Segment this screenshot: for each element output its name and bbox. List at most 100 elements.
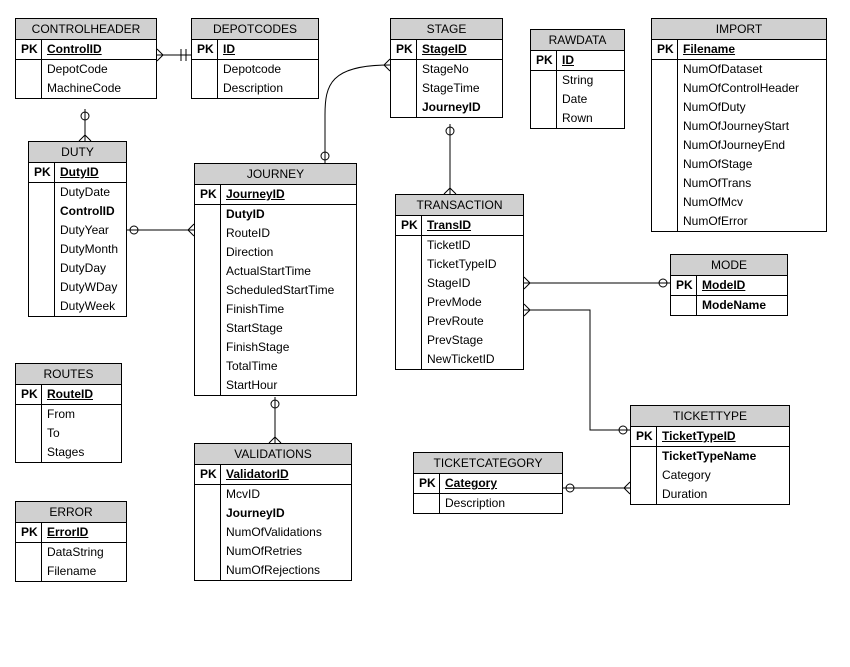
- entity-title: DUTY: [29, 142, 126, 163]
- fk-attr: JourneyID: [221, 504, 351, 523]
- attr: NumOfStage: [678, 155, 826, 174]
- entity-depotcodes: DEPOTCODES PK ID Depotcode Description: [191, 18, 319, 99]
- entity-journey: JOURNEY PK JourneyID DutyID RouteID Dire…: [194, 163, 357, 396]
- entity-title: TRANSACTION: [396, 195, 523, 216]
- attr: DepotCode: [42, 59, 156, 79]
- attr: NumOfValidations: [221, 523, 351, 542]
- attr: NumOfDataset: [678, 59, 826, 79]
- attr: NumOfDuty: [678, 98, 826, 117]
- pk-attr: ID: [218, 40, 318, 59]
- attr: ScheduledStartTime: [221, 281, 356, 300]
- entity-title: MODE: [671, 255, 787, 276]
- fk-attr: DutyID: [221, 204, 356, 224]
- attr: McvID: [221, 484, 351, 504]
- attr: NumOfJourneyEnd: [678, 136, 826, 155]
- attr: MachineCode: [42, 79, 156, 98]
- attr: String: [557, 70, 624, 90]
- entity-title: JOURNEY: [195, 164, 356, 185]
- entity-title: TICKETCATEGORY: [414, 453, 562, 474]
- attr: DutyDate: [55, 182, 126, 202]
- entity-duty: DUTY PK DutyID DutyDate ControlID DutyYe…: [28, 141, 127, 317]
- attr: TicketID: [422, 235, 523, 255]
- entity-stage: STAGE PK StageID StageNo StageTime Journ…: [390, 18, 503, 118]
- attr: Date: [557, 90, 624, 109]
- entity-controlheader: CONTROLHEADER PK ControlID DepotCode Mac…: [15, 18, 157, 99]
- pk-label: PK: [29, 163, 54, 182]
- attr: NumOfJourneyStart: [678, 117, 826, 136]
- attr: From: [42, 404, 121, 424]
- attr: To: [42, 424, 121, 443]
- pk-label: PK: [16, 385, 41, 404]
- pk-attr: JourneyID: [221, 185, 356, 204]
- attr: DutyWeek: [55, 297, 126, 316]
- entity-title: STAGE: [391, 19, 502, 40]
- attr: DutyWDay: [55, 278, 126, 297]
- attr: DutyMonth: [55, 240, 126, 259]
- attr: Stages: [42, 443, 121, 462]
- attr: NumOfControlHeader: [678, 79, 826, 98]
- pk-attr: DutyID: [55, 163, 126, 182]
- pk-label: PK: [396, 216, 421, 235]
- pk-attr: ControlID: [42, 40, 156, 59]
- attr: NumOfRejections: [221, 561, 351, 580]
- attr: StartStage: [221, 319, 356, 338]
- entity-title: IMPORT: [652, 19, 826, 40]
- pk-label: PK: [192, 40, 217, 59]
- pk-attr: TransID: [422, 216, 523, 235]
- entity-title: ROUTES: [16, 364, 121, 385]
- entity-title: TICKETTYPE: [631, 406, 789, 427]
- entity-tickettype: TICKETTYPE PK TicketTypeID TicketTypeNam…: [630, 405, 790, 505]
- attr: PrevMode: [422, 293, 523, 312]
- entity-ticketcategory: TICKETCATEGORY PK Category Description: [413, 452, 563, 514]
- attr: Direction: [221, 243, 356, 262]
- attr: NumOfMcv: [678, 193, 826, 212]
- pk-attr: Filename: [678, 40, 826, 59]
- attr: Rown: [557, 109, 624, 128]
- pk-attr: RouteID: [42, 385, 121, 404]
- attr: Category: [657, 466, 789, 485]
- entity-title: VALIDATIONS: [195, 444, 351, 465]
- pk-label: PK: [631, 427, 656, 446]
- attr: PrevRoute: [422, 312, 523, 331]
- pk-label: PK: [391, 40, 416, 59]
- attr: StageID: [422, 274, 523, 293]
- attr: TotalTime: [221, 357, 356, 376]
- pk-label: PK: [671, 276, 696, 295]
- attr: NumOfError: [678, 212, 826, 231]
- entity-title: DEPOTCODES: [192, 19, 318, 40]
- entity-mode: MODE PK ModeID ModeName: [670, 254, 788, 316]
- attr: Filename: [42, 562, 126, 581]
- pk-attr: ID: [557, 51, 624, 70]
- attr: ActualStartTime: [221, 262, 356, 281]
- attr: TicketTypeName: [657, 446, 789, 466]
- fk-attr: ControlID: [55, 202, 126, 221]
- entity-rawdata: RAWDATA PK ID String Date Rown: [530, 29, 625, 129]
- pk-label: PK: [16, 40, 41, 59]
- attr: FinishStage: [221, 338, 356, 357]
- entity-routes: ROUTES PK RouteID From To Stages: [15, 363, 122, 463]
- attr: ModeName: [697, 295, 787, 315]
- attr: Description: [440, 493, 562, 513]
- pk-label: PK: [531, 51, 556, 70]
- attr: Depotcode: [218, 59, 318, 79]
- attr: DutyDay: [55, 259, 126, 278]
- attr: NumOfRetries: [221, 542, 351, 561]
- attr: NewTicketID: [422, 350, 523, 369]
- entity-validations: VALIDATIONS PK ValidatorID McvID Journey…: [194, 443, 352, 581]
- pk-attr: Category: [440, 474, 562, 493]
- entity-error: ERROR PK ErrorID DataString Filename: [15, 501, 127, 582]
- attr: DutyYear: [55, 221, 126, 240]
- attr: StageNo: [417, 59, 502, 79]
- entity-title: ERROR: [16, 502, 126, 523]
- attr: StageTime: [417, 79, 502, 98]
- pk-label: PK: [652, 40, 677, 59]
- attr: NumOfTrans: [678, 174, 826, 193]
- pk-label: PK: [195, 465, 220, 484]
- pk-attr: TicketTypeID: [657, 427, 789, 446]
- attr: RouteID: [221, 224, 356, 243]
- pk-attr: StageID: [417, 40, 502, 59]
- attr: DataString: [42, 542, 126, 562]
- pk-attr: ModeID: [697, 276, 787, 295]
- pk-label: PK: [16, 523, 41, 542]
- attr: StartHour: [221, 376, 356, 395]
